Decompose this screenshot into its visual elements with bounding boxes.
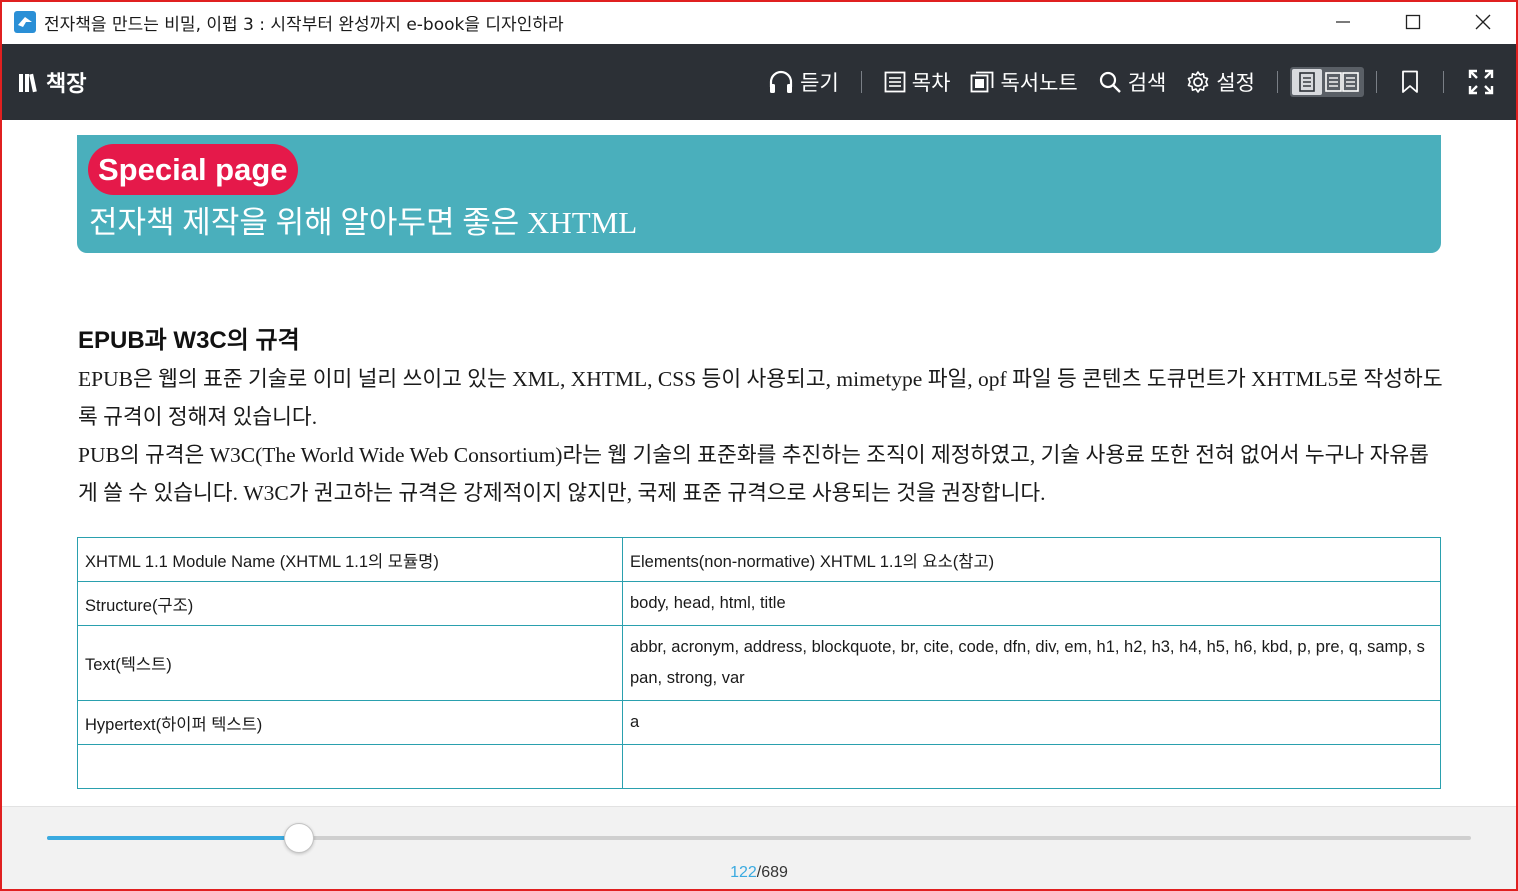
table-cell: Hypertext(하이퍼 텍스트) (77, 700, 623, 745)
settings-label: 설정 (1216, 71, 1255, 95)
two-page-view-button[interactable] (1322, 69, 1362, 95)
minimize-button[interactable] (1308, 0, 1378, 44)
table-cell: Text(텍스트) (77, 625, 623, 701)
bookmark-button[interactable] (1389, 70, 1431, 94)
book-page: Special page 전자책 제작을 위해 알아두면 좋은 XHTML EP… (2, 120, 1516, 806)
listen-label: 듣기 (800, 71, 839, 95)
search-icon (1099, 71, 1121, 93)
search-label: 검색 (1127, 71, 1167, 95)
table-cell-text: abbr, acronym, address, blockquote, br, … (630, 638, 1425, 687)
close-button[interactable] (1448, 0, 1518, 44)
reading-notes-button[interactable]: 독서노트 (960, 67, 1087, 97)
toolbar-divider (1376, 71, 1377, 93)
table-cell: abbr, acronym, address, blockquote, br, … (622, 625, 1441, 701)
table-row: Structure(구조) body, head, html, title (77, 581, 1441, 626)
toc-button[interactable]: 목차 (874, 67, 961, 97)
reader-toolbar: 책장 듣기 목차 독서노트 검색 설정 (2, 44, 1516, 120)
progress-slider[interactable] (47, 823, 1471, 853)
title-bar: 전자책을 만드는 비밀, 이펍 3 : 시작부터 완성까지 e-book을 디자… (0, 0, 1518, 44)
maximize-button[interactable] (1378, 0, 1448, 44)
table-row: Hypertext(하이퍼 텍스트) a (77, 700, 1441, 745)
current-page: 122 (730, 864, 757, 881)
toolbar-tools: 듣기 목차 독서노트 검색 설정 (758, 44, 1516, 120)
reading-notes-label: 독서노트 (1000, 71, 1078, 95)
special-page-banner: Special page 전자책 제작을 위해 알아두면 좋은 XHTML (77, 135, 1441, 253)
page-indicator: 122/689 (2, 864, 1516, 882)
bookshelf-button[interactable]: 책장 (18, 66, 86, 98)
table-cell (622, 744, 1441, 789)
listen-button[interactable]: 듣기 (758, 67, 849, 97)
fullscreen-icon (1468, 69, 1494, 95)
toolbar-divider (860, 71, 862, 93)
two-page-icon (1325, 72, 1359, 92)
table-cell: body, head, html, title (622, 581, 1441, 626)
bookmark-icon (1402, 70, 1418, 93)
table-cell (77, 744, 623, 789)
headphones-icon (770, 70, 793, 93)
settings-button[interactable]: 설정 (1176, 67, 1265, 97)
window-controls (1308, 0, 1518, 44)
bookshelf-label: 책장 (46, 72, 87, 97)
search-button[interactable]: 검색 (1088, 67, 1177, 97)
notebook-icon (971, 71, 994, 93)
table-cell: Elements(non-normative) XHTML 1.1의 요소(참고… (622, 537, 1441, 582)
banner-title: 전자책 제작을 위해 알아두면 좋은 XHTML (89, 205, 638, 240)
paragraph: PUB의 규격은 W3C(The World Wide Web Consorti… (78, 443, 1429, 505)
paragraph: EPUB은 웹의 표준 기술로 이미 널리 쓰이고 있는 XML, XHTML,… (78, 367, 1443, 429)
single-page-view-button[interactable] (1292, 69, 1322, 95)
fullscreen-button[interactable] (1456, 69, 1506, 95)
maximize-icon (1405, 14, 1421, 30)
toc-label: 목차 (911, 71, 951, 95)
xhtml-module-table: XHTML 1.1 Module Name (XHTML 1.1의 모듈명) E… (77, 537, 1441, 789)
progress-handle[interactable] (284, 823, 315, 853)
reading-progress-bar: 122/689 (2, 806, 1516, 889)
single-page-icon (1299, 72, 1315, 92)
page-view-toggle (1290, 67, 1364, 97)
progress-fill (47, 836, 300, 840)
gear-icon (1188, 71, 1209, 93)
table-row: Text(텍스트) abbr, acronym, address, blockq… (77, 625, 1441, 701)
close-icon (1475, 14, 1491, 30)
toolbar-divider (1277, 71, 1278, 93)
section-heading: EPUB과 W3C의 규격 (78, 327, 300, 354)
special-page-pill: Special page (88, 144, 298, 195)
table-cell: XHTML 1.1 Module Name (XHTML 1.1의 모듈명) (77, 537, 623, 582)
library-icon (19, 73, 37, 93)
minimize-icon (1336, 21, 1350, 23)
list-icon (884, 71, 906, 93)
table-header-row: XHTML 1.1 Module Name (XHTML 1.1의 모듈명) E… (77, 537, 1441, 582)
table-cell: a (622, 700, 1441, 745)
toolbar-divider (1443, 71, 1444, 93)
total-pages: 689 (761, 864, 788, 881)
window-title: 전자책을 만드는 비밀, 이펍 3 : 시작부터 완성까지 e-book을 디자… (44, 14, 564, 35)
app-icon (14, 11, 36, 33)
table-row (77, 744, 1441, 789)
table-cell: Structure(구조) (77, 581, 623, 626)
